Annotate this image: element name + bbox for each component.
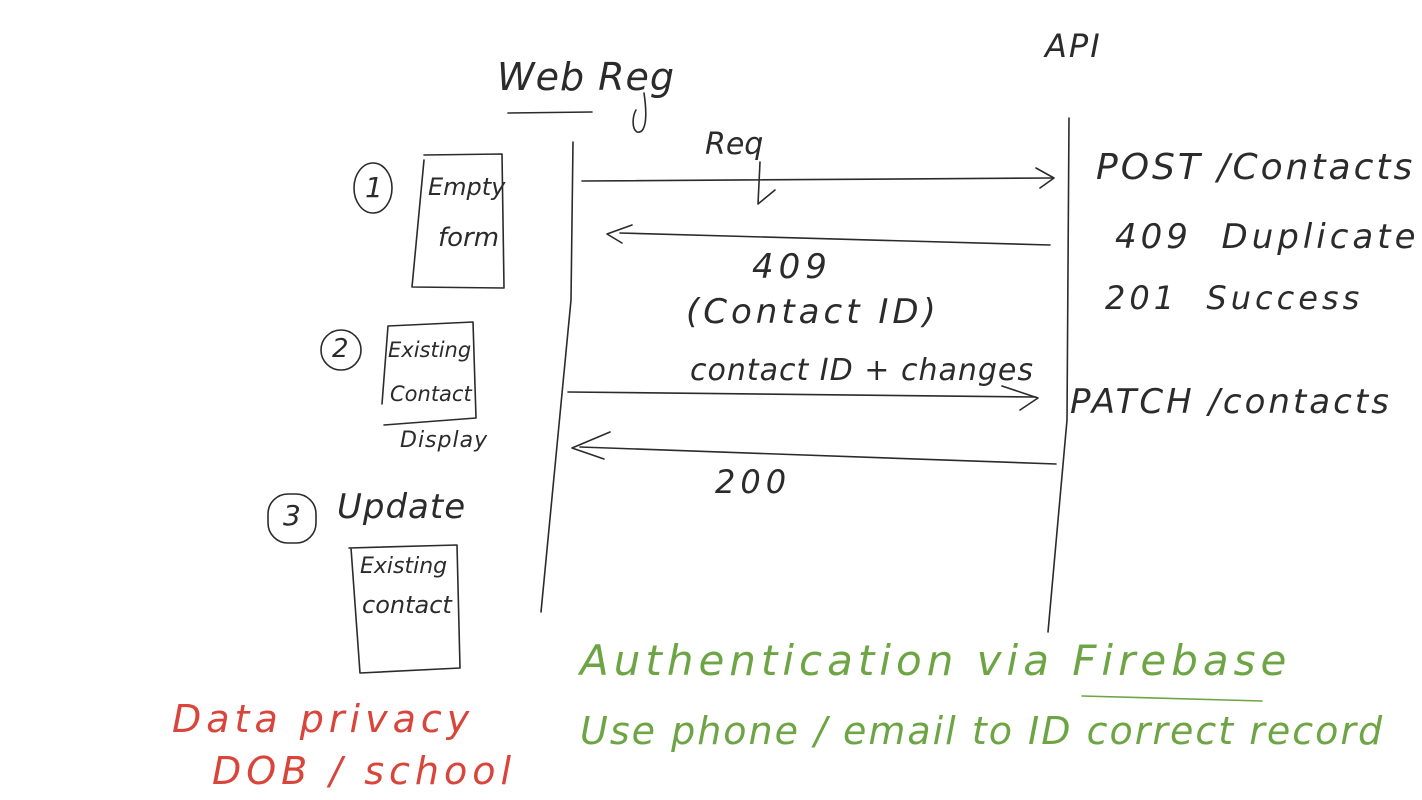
patch-arrow-line	[567, 391, 1037, 398]
message-patch-label: contact ID + changes	[690, 353, 1034, 388]
step-2-box-line2: Contact	[390, 382, 472, 406]
message-req-label: Req	[705, 127, 764, 162]
api-lifeline	[1047, 117, 1070, 633]
web-reg-lifeline	[540, 141, 574, 613]
step-3-box-line1: Existing	[360, 554, 448, 579]
participant-api: API	[1045, 27, 1102, 65]
step-3-title: Update	[337, 487, 467, 527]
message-200-label: 200	[715, 463, 792, 501]
req-q-tail	[757, 161, 776, 205]
participant-web-reg: Web Reg	[497, 55, 676, 99]
step-1-box-line1: Empty	[428, 173, 506, 201]
patch-arrowhead	[1001, 385, 1039, 411]
req-arrow-line	[581, 177, 1053, 182]
message-409-sublabel: (Contact ID)	[686, 292, 940, 332]
step-1-number: 1	[365, 171, 383, 204]
api-note-201: 201 Success	[1105, 279, 1364, 317]
note-identify-record: Use phone / email to ID correct record	[580, 709, 1385, 753]
note-data-privacy: Data privacy	[172, 697, 475, 741]
200-arrow-line	[579, 446, 1057, 465]
api-note-patch: PATCH /contacts	[1070, 382, 1392, 422]
step-3-box-line2: contact	[362, 591, 452, 619]
200-arrowhead	[571, 431, 611, 460]
step-3-number: 3	[283, 499, 301, 532]
step-2-box-line1: Existing	[388, 338, 472, 362]
note-authentication: Authentication via Firebase	[580, 636, 1292, 685]
api-note-409: 409 Duplicate	[1115, 217, 1420, 257]
step-2-number: 2	[332, 334, 349, 364]
firebase-underline	[1081, 695, 1263, 702]
note-dob-school: DOB / school	[212, 749, 517, 793]
step-2-caption: Display	[400, 428, 489, 453]
message-409-label: 409	[752, 247, 832, 287]
web-reg-underline	[507, 111, 593, 114]
409-arrow-line	[619, 232, 1051, 246]
step-1-box-line2: form	[438, 223, 500, 253]
api-note-post: POST /Contacts	[1096, 147, 1416, 188]
